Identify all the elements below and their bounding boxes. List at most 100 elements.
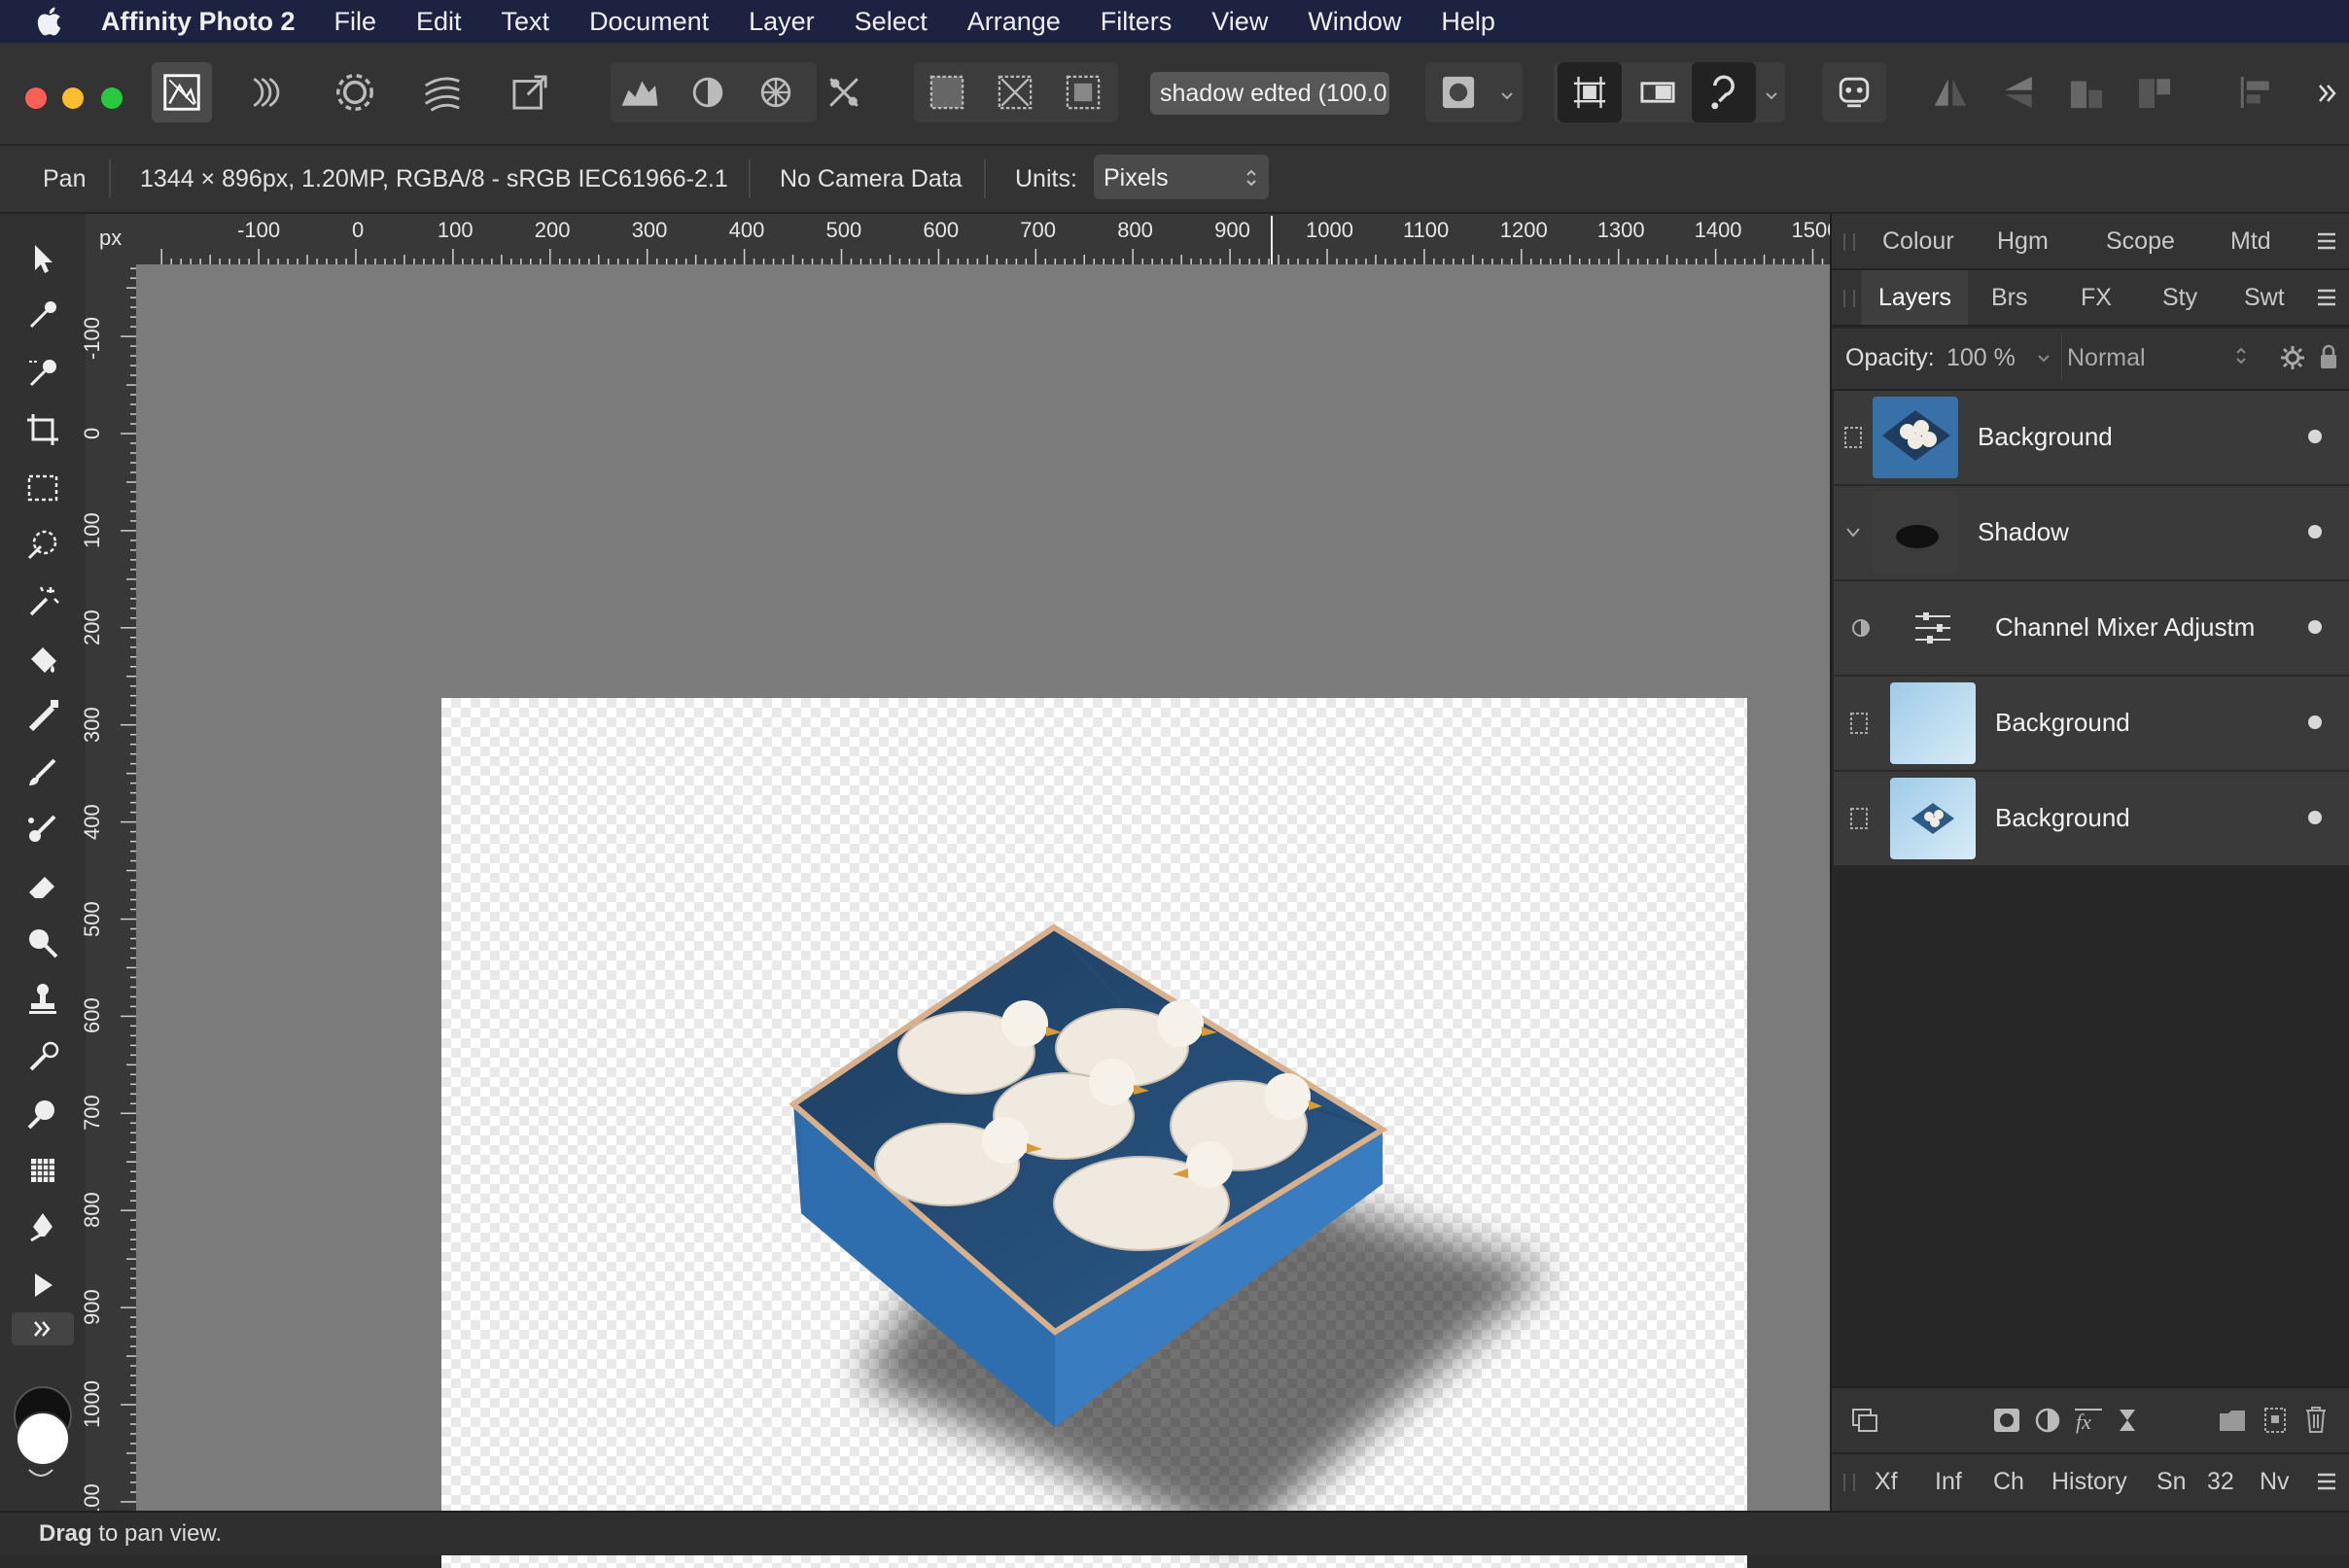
rotate-left-button[interactable] [2057, 62, 2116, 122]
tab-brushes[interactable]: Brs [1991, 284, 2028, 312]
panel-grip-icon[interactable] [1843, 1474, 1855, 1491]
toolbar-overflow-chevron-icon[interactable] [2314, 80, 2341, 107]
menu-edit[interactable]: Edit [416, 7, 462, 37]
snapping-button[interactable] [1558, 62, 1622, 122]
tab-styles[interactable]: Sty [2162, 284, 2197, 312]
add-live-filter-icon[interactable]: fx [2073, 1406, 2104, 1435]
clone-tool-button[interactable] [18, 974, 68, 1025]
menu-view[interactable]: View [1211, 7, 1268, 37]
node-tool-button[interactable] [18, 1260, 68, 1310]
document-canvas[interactable] [441, 698, 1747, 1568]
blemish-removal-tool-button[interactable] [18, 1089, 68, 1139]
select-all-button[interactable] [922, 62, 972, 122]
tab-colour[interactable]: Colour [1882, 227, 1954, 256]
tab-snapshots[interactable]: Sn [2156, 1468, 2187, 1496]
close-window-button[interactable] [25, 87, 47, 109]
assistant-dropdown-chevron-icon[interactable] [1762, 86, 1781, 105]
layer-row-background-1[interactable]: Background [1834, 391, 2349, 486]
tab-channels[interactable]: Ch [1993, 1468, 2024, 1496]
menu-file[interactable]: File [333, 7, 376, 37]
primary-colour-swatch[interactable] [16, 1411, 70, 1466]
layer-settings-gear-icon[interactable] [2279, 344, 2306, 371]
show-assistant-button[interactable] [1824, 62, 1884, 122]
liquify-persona-button[interactable] [237, 62, 298, 122]
new-group-folder-icon[interactable] [2217, 1406, 2248, 1435]
smudge-tool-button[interactable] [18, 1145, 68, 1196]
auto-levels-button[interactable] [614, 62, 665, 122]
tab-swatches[interactable]: Swt [2244, 284, 2285, 312]
trash-icon[interactable] [2302, 1404, 2330, 1435]
gradient-tool-button[interactable] [18, 690, 68, 741]
opacity-field[interactable]: 100 % [1946, 344, 2016, 372]
fill-tool-button[interactable] [18, 634, 68, 684]
flip-horizontal-button[interactable] [1921, 62, 1980, 122]
more-tools-button[interactable] [12, 1312, 74, 1345]
pen-tool-button[interactable] [18, 1202, 68, 1252]
flip-vertical-button[interactable] [1989, 62, 2048, 122]
menu-arrange[interactable]: Arrange [967, 7, 1061, 37]
assistant-button[interactable] [1692, 62, 1756, 122]
menu-text[interactable]: Text [502, 7, 550, 37]
layer-row-background-2[interactable]: Background [1834, 677, 2349, 772]
deselect-button[interactable] [990, 62, 1040, 122]
selection-brush-tool-button[interactable] [18, 348, 68, 399]
new-pixel-layer-icon[interactable] [2261, 1406, 2289, 1435]
layer-visibility-toggle[interactable] [2308, 620, 2322, 634]
tab-transform[interactable]: Xf [1875, 1468, 1898, 1496]
layer-visibility-toggle[interactable] [2308, 811, 2322, 824]
panel-grip-icon[interactable] [1843, 290, 1855, 307]
export-persona-button[interactable] [500, 62, 560, 122]
eraser-tool-button[interactable] [18, 861, 68, 912]
invert-selection-button[interactable] [1058, 62, 1108, 122]
tab-history[interactable]: History [2051, 1468, 2127, 1496]
layer-visibility-toggle[interactable] [2308, 430, 2322, 443]
develop-persona-button[interactable] [325, 62, 385, 122]
expand-chevron-down-icon[interactable] [1843, 525, 1863, 540]
tone-mapping-persona-button[interactable] [412, 62, 473, 122]
auto-white-balance-button[interactable] [819, 62, 869, 122]
tab-layers[interactable]: Layers [1878, 284, 1951, 312]
opacity-dropdown-chevron-icon[interactable] [2036, 350, 2051, 366]
menu-window[interactable]: Window [1308, 7, 1401, 37]
tab-fx[interactable]: FX [2081, 284, 2112, 312]
add-adjustment-icon[interactable] [2032, 1406, 2063, 1435]
flood-select-tool-button[interactable] [18, 519, 68, 570]
inpainting-tool-button[interactable] [18, 1032, 68, 1083]
force-pixel-alignment-button[interactable] [1626, 62, 1690, 122]
add-mask-icon[interactable] [1991, 1406, 2022, 1435]
quick-mask-dropdown-chevron-icon[interactable] [1497, 86, 1517, 105]
apple-icon[interactable] [33, 4, 68, 39]
tab-navigator[interactable]: Nv [2260, 1468, 2290, 1496]
layer-options-icon[interactable] [1849, 1406, 1880, 1435]
layer-row-shadow[interactable]: Shadow [1834, 486, 2349, 581]
move-tool-button[interactable] [18, 233, 68, 284]
layer-visibility-toggle[interactable] [2308, 715, 2322, 729]
tab-info[interactable]: Inf [1935, 1468, 1962, 1496]
auto-contrast-button[interactable] [683, 62, 733, 122]
canvas-viewport[interactable] [136, 264, 1830, 1568]
align-button[interactable] [2226, 62, 2285, 122]
layer-visibility-toggle[interactable] [2308, 525, 2322, 539]
lock-icon[interactable] [2318, 342, 2339, 371]
menu-document[interactable]: Document [589, 7, 709, 37]
panel-menu-icon[interactable] [2316, 1472, 2337, 1491]
panel-menu-icon[interactable] [2316, 288, 2337, 307]
crop-tool-button[interactable] [18, 404, 68, 455]
dodge-tool-button[interactable] [18, 918, 68, 968]
photo-persona-button[interactable] [152, 62, 212, 122]
zoom-window-button[interactable] [101, 87, 123, 109]
layer-row-channel-mixer[interactable]: Channel Mixer Adjustm [1834, 581, 2349, 677]
minimize-window-button[interactable] [62, 87, 84, 109]
menu-layer[interactable]: Layer [749, 7, 815, 37]
magic-wand-tool-button[interactable] [18, 575, 68, 626]
panel-grip-icon[interactable] [1843, 233, 1855, 251]
tab-32bit-preview[interactable]: 32 [2207, 1468, 2234, 1496]
paint-brush-tool-button[interactable] [18, 747, 68, 797]
marquee-tool-button[interactable] [18, 463, 68, 513]
hourglass-icon[interactable] [2114, 1406, 2141, 1435]
mixer-brush-tool-button[interactable] [18, 803, 68, 854]
swap-colours-icon[interactable] [23, 1466, 58, 1481]
app-name-menu[interactable]: Affinity Photo 2 [101, 7, 295, 37]
auto-colours-button[interactable] [751, 62, 801, 122]
rotate-right-button[interactable] [2125, 62, 2184, 122]
